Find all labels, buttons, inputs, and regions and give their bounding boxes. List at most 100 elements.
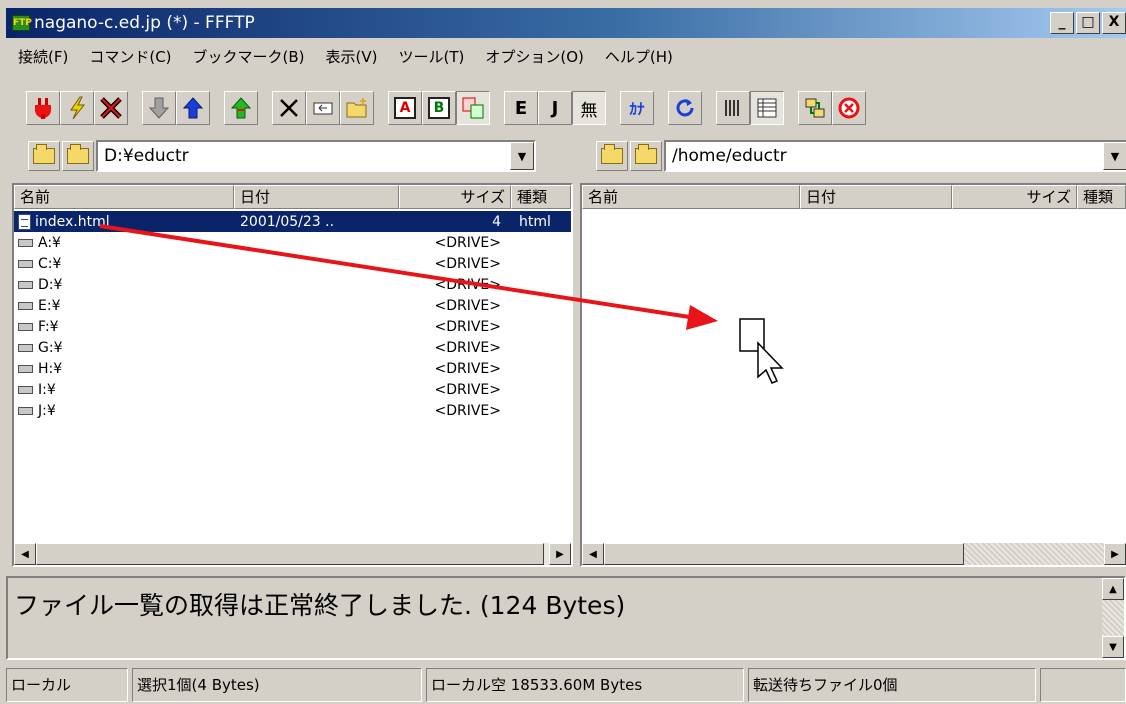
remote-col-size[interactable]: サイズ: [952, 185, 1077, 209]
table-row[interactable]: I:¥ <DRIVE>: [14, 379, 571, 400]
local-open-folder-button[interactable]: [62, 141, 94, 171]
mirror-upload-icon: [230, 97, 252, 119]
row-name-text: E:¥: [38, 297, 61, 314]
rename-button[interactable]: [306, 91, 340, 125]
menu-tools[interactable]: ツール(T): [387, 46, 474, 67]
local-path-combo[interactable]: D:¥eductr ▼: [96, 140, 536, 172]
no-convert-button[interactable]: 無: [572, 91, 606, 125]
download-button[interactable]: [142, 91, 176, 125]
table-row[interactable]: D:¥ <DRIVE>: [14, 274, 571, 295]
mkdir-button[interactable]: [340, 91, 374, 125]
close-button[interactable]: X: [1102, 12, 1126, 34]
drive-icon: [18, 385, 33, 394]
status-bar: ローカル 選択1個(4 Bytes) ローカル空 18533.60M Bytes…: [6, 668, 1126, 702]
detail-view-button[interactable]: [750, 91, 784, 125]
menu-command[interactable]: コマンド(C): [77, 46, 180, 67]
menu-options[interactable]: オプション(O): [473, 46, 593, 67]
local-col-name[interactable]: 名前: [14, 185, 234, 209]
table-row[interactable]: A:¥ <DRIVE>: [14, 232, 571, 253]
maximize-button[interactable]: □: [1076, 12, 1100, 34]
table-row[interactable]: E:¥ <DRIVE>: [14, 295, 571, 316]
upload-button[interactable]: [176, 91, 210, 125]
scroll-thumb[interactable]: [36, 543, 544, 565]
drive-icon: [18, 322, 33, 331]
row-name: index.html: [14, 213, 234, 230]
scroll-right-arrow[interactable]: ▶: [549, 543, 571, 565]
remote-up-folder-button[interactable]: [596, 141, 628, 171]
transfer-ascii-button[interactable]: A: [388, 91, 422, 125]
local-path-dropdown[interactable]: ▼: [510, 142, 534, 170]
quick-connect-icon: [70, 96, 86, 120]
row-size: <DRIVE>: [434, 318, 501, 335]
local-col-type[interactable]: 種類: [511, 185, 571, 209]
local-col-date[interactable]: 日付: [234, 185, 399, 209]
remote-open-folder-button[interactable]: [630, 141, 662, 171]
scroll-left-arrow[interactable]: ◀: [14, 543, 36, 565]
scroll-track[interactable]: [1102, 600, 1124, 636]
connect-button[interactable]: [26, 91, 60, 125]
jis-button[interactable]: J: [538, 91, 572, 125]
menu-bookmark[interactable]: ブックマーク(B): [181, 46, 314, 67]
delete-button[interactable]: [272, 91, 306, 125]
local-list-header: 名前 日付 サイズ 種類: [14, 185, 571, 209]
menu-view[interactable]: 表示(V): [314, 46, 387, 67]
local-up-folder-button[interactable]: [28, 141, 60, 171]
table-row[interactable]: G:¥ <DRIVE>: [14, 337, 571, 358]
window-controls: _ □ X: [1050, 12, 1126, 34]
menu-connect[interactable]: 接続(F): [6, 46, 77, 67]
table-row[interactable]: C:¥ <DRIVE>: [14, 253, 571, 274]
transfer-binary-icon: B: [428, 97, 450, 119]
remote-path-dropdown[interactable]: ▼: [1103, 142, 1126, 170]
log-vscrollbar[interactable]: ▲ ▼: [1102, 578, 1124, 658]
local-col-size[interactable]: サイズ: [399, 185, 511, 209]
remote-path-combo[interactable]: /home/eductr ▼: [664, 140, 1126, 172]
table-row[interactable]: J:¥ <DRIVE>: [14, 400, 571, 421]
sync-folder-button[interactable]: [798, 91, 832, 125]
status-side: ローカル: [6, 668, 128, 702]
local-hscrollbar[interactable]: ◀ ▶: [14, 543, 571, 565]
row-size: <DRIVE>: [434, 276, 501, 293]
disconnect-button[interactable]: [94, 91, 128, 125]
row-size: <DRIVE>: [434, 297, 501, 314]
scroll-track[interactable]: [604, 543, 1104, 565]
scroll-left-arrow[interactable]: ◀: [582, 543, 604, 565]
drive-icon: [18, 364, 33, 373]
scroll-right-arrow[interactable]: ▶: [1104, 543, 1126, 565]
row-name: H:¥: [14, 361, 234, 377]
minimize-button[interactable]: _: [1050, 12, 1074, 34]
local-path-row: D:¥eductr ▼: [28, 138, 536, 174]
jis-icon: J: [551, 97, 559, 119]
mirror-upload-button[interactable]: [224, 91, 258, 125]
transfer-auto-button[interactable]: [456, 91, 490, 125]
remote-col-date[interactable]: 日付: [800, 185, 952, 209]
transfer-binary-button[interactable]: B: [422, 91, 456, 125]
remote-file-list[interactable]: 名前 日付 サイズ 種類 ◀ ▶: [580, 183, 1126, 567]
scroll-track[interactable]: [36, 543, 549, 565]
remote-col-type[interactable]: 種類: [1077, 185, 1126, 209]
up-folder-icon: [601, 144, 623, 164]
drive-icon: [18, 238, 33, 247]
menu-help[interactable]: ヘルプ(H): [593, 46, 682, 67]
menu-bar: 接続(F) コマンド(C) ブックマーク(B) 表示(V) ツール(T) オプシ…: [6, 42, 682, 70]
list-view-button[interactable]: [716, 91, 750, 125]
refresh-button[interactable]: [668, 91, 702, 125]
open-folder-icon: [635, 144, 657, 164]
remote-hscrollbar[interactable]: ◀ ▶: [582, 543, 1126, 565]
scroll-down-arrow[interactable]: ▼: [1102, 636, 1124, 658]
euc-button[interactable]: E: [504, 91, 538, 125]
row-size: <DRIVE>: [434, 339, 501, 356]
quick-connect-button[interactable]: [60, 91, 94, 125]
stop-button[interactable]: [832, 91, 866, 125]
table-row[interactable]: index.html 2001/05/23 .. 4 html: [14, 211, 571, 232]
upload-icon: [182, 97, 204, 119]
log-area[interactable]: ファイル一覧の取得は正常終了しました. (124 Bytes) ▲ ▼: [6, 576, 1126, 660]
remote-col-name[interactable]: 名前: [582, 185, 800, 209]
chevron-down-icon: ▼: [517, 149, 527, 163]
kana-convert-button[interactable]: ｶﾅ: [620, 91, 654, 125]
table-row[interactable]: F:¥ <DRIVE>: [14, 316, 571, 337]
title-bar[interactable]: FTP nagano-c.ed.jp (*) - FFFTP _ □ X: [6, 8, 1126, 38]
table-row[interactable]: H:¥ <DRIVE>: [14, 358, 571, 379]
scroll-up-arrow[interactable]: ▲: [1102, 578, 1124, 600]
local-file-list[interactable]: 名前 日付 サイズ 種類 index.html 2001/05/23 .. 4 htm…: [12, 183, 573, 567]
scroll-thumb[interactable]: [604, 543, 964, 565]
